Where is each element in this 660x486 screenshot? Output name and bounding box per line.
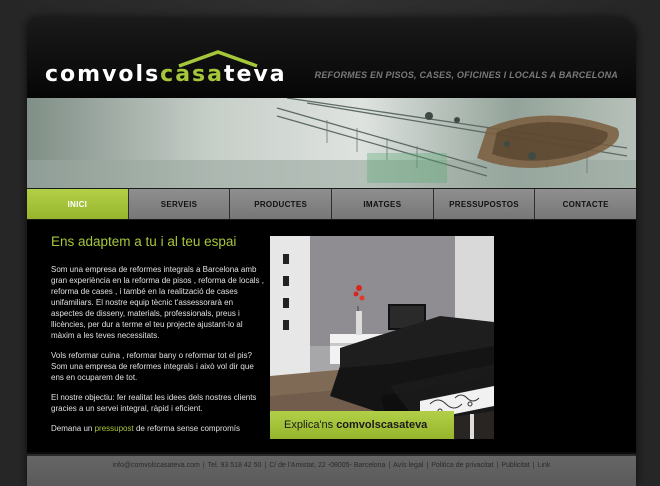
cta-brand: comvolscasateva [336, 419, 428, 431]
logo-pre: comvols [45, 62, 161, 87]
nav-item-serveis[interactable]: SERVEIS [128, 189, 231, 219]
footer-link-advertising[interactable]: Publicitat [501, 462, 529, 486]
nav-item-productes[interactable]: PRODUCTES [230, 189, 333, 219]
banner-image [27, 98, 636, 188]
page-frame: comvolscasateva REFORMES EN PISOS, CASES… [27, 18, 636, 486]
paragraph-objective: El nostre objectiu: fer realitat les ide… [51, 393, 257, 413]
logo-text: comvolscasateva [45, 62, 287, 87]
header: comvolscasateva REFORMES EN PISOS, CASES… [27, 18, 636, 98]
paragraph-reform: Vols reformar cuina , reformar bany o re… [51, 351, 254, 382]
paragraph-intro: Som una empresa de reformes integrals a … [51, 265, 264, 340]
nav-item-contacte[interactable]: CONTACTE [535, 189, 636, 219]
footer-link-link[interactable]: Link [538, 462, 551, 486]
footer-link-legal[interactable]: Avís legal [393, 462, 423, 486]
living-room-illustration [270, 236, 494, 439]
page-heading: Ens adaptem a tu i al teu espai [51, 234, 237, 249]
main-nav: INICI SERVEIS PRODUCTES IMATGES PRESSUPO… [27, 188, 636, 220]
footer-link-privacy[interactable]: Politica de privacitat [431, 462, 493, 486]
nav-item-pressupostos[interactable]: PRESSUPOSTOS [433, 189, 536, 219]
footer-phone: Tel. 93 518 42 50 [207, 462, 262, 469]
cta-button[interactable]: Explica'ns comvolscasateva [270, 411, 454, 439]
quote-pre: Demana un [51, 424, 93, 433]
footer-address: C/ de l'Amistat, 22 -08005- Barcelona [269, 462, 386, 469]
tagline: REFORMES EN PISOS, CASES, OFICINES I LOC… [314, 70, 618, 80]
living-room-photo [270, 236, 494, 439]
footer-separator: | [388, 462, 391, 469]
staircase-illustration [27, 98, 636, 188]
intro-text: Som una empresa de reformes integrals a … [51, 264, 265, 443]
nav-item-inici[interactable]: INICI [27, 189, 129, 219]
paragraph-quote: Demana un pressupost de reforma sense co… [51, 423, 265, 434]
footer-separator: | [264, 462, 267, 469]
footer-separator: | [532, 462, 535, 469]
logo-post: teva [224, 62, 287, 87]
quote-link[interactable]: pressupost [95, 424, 134, 433]
quote-post: de reforma sense compromís [135, 424, 241, 433]
footer: info@comvolscasateva.com | Tel. 93 518 42… [27, 454, 636, 486]
footer-email[interactable]: info@comvolscasateva.com [113, 462, 200, 486]
footer-separator: | [496, 462, 499, 469]
footer-separator: | [426, 462, 429, 469]
main-content: Ens adaptem a tu i al teu espai Som una … [27, 220, 636, 452]
logo-accent: casa [160, 62, 224, 87]
cta-pre: Explica'ns [284, 419, 334, 431]
nav-item-imatges[interactable]: IMATGES [332, 189, 434, 219]
footer-separator: | [202, 462, 205, 469]
